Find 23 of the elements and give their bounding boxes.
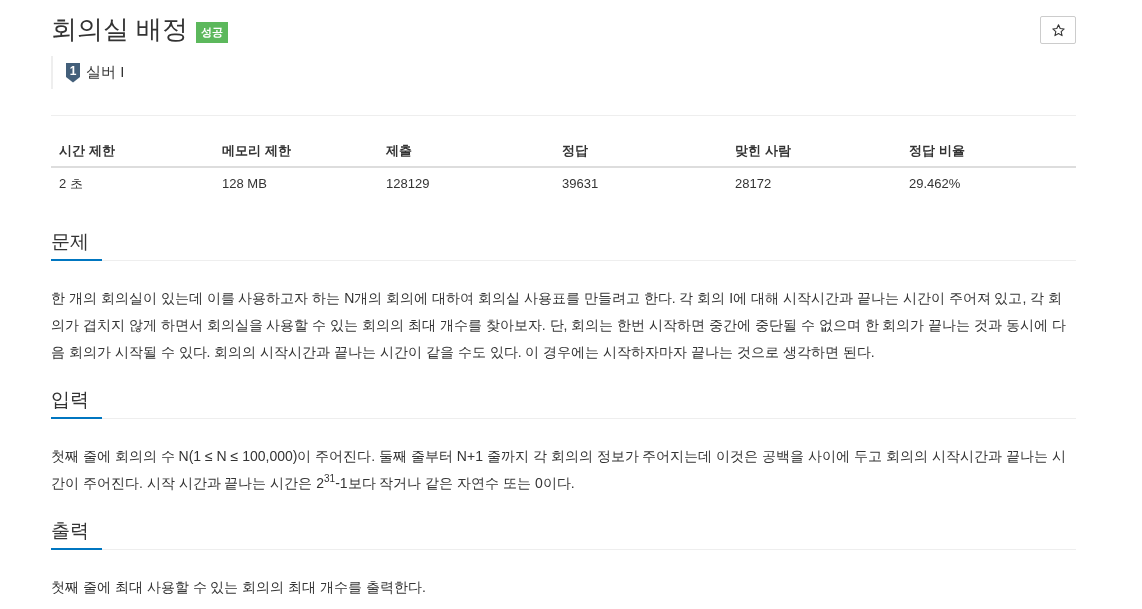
table-cell-text: 28172 (734, 175, 773, 193)
column-header: 정답 (554, 136, 727, 168)
tier-label: 실버 I (86, 63, 125, 82)
section-paragraph: 한 개의 회의실이 있는데 이를 사용하고자 하는 N개의 회의에 대하여 회의실 사용표를 만들려고 한다. 각 회의 I에 대해 시작시간과 끝나는 시간이 주어져 있고, 각 회의가 겹치지 않게 하면서 회의실을 사용할 수 있는 회의의 최대 개수를 찾아보자. 단, 회의는 한번 시작하면 중간에 중단될 수 없으며 한 회의가 끝나는 것과 동시에 다음 회의가 시작될 수 있다. 회의의 시작시간과 끝나는 시간이 같을 수도 있다. 이 경우에는 시작하자마자 끝나는 것으로 생각하면 된다. (51, 289, 1068, 362)
star-button[interactable] (1040, 16, 1076, 44)
column-header: 제출 (378, 136, 554, 168)
result-badge: 성공 (196, 21, 229, 43)
table-cell-text: 128 MB (221, 175, 268, 193)
problem-title: 회의실 배정 (51, 14, 189, 44)
section-paragraph: 첫째 줄에 회의의 수 N(1 ≤ N ≤ 100,000)이 주어진다. 둘째 줄부터 N+1 줄까지 각 회의의 정보가 주어지는데 이것은 공백을 사이에 두고 회의의 시작시간과 끝나는 시간이 주어진다. 시작 시간과 끝나는 시간은 2$^{31}$-1보다 작거나 같은 자연수 또는 0이다. (51, 447, 1067, 493)
table-cell-text: 128129 (385, 175, 431, 193)
column-header: 정답 비율 (901, 136, 1076, 168)
table-cell-text: 2 초 (58, 175, 84, 193)
section-heading: 입력 (51, 386, 102, 419)
column-header: 맞힌 사람 (727, 136, 901, 168)
table-cell-text: 39631 (561, 175, 600, 193)
column-header: 메모리 제한 (214, 136, 378, 168)
section-paragraph: 첫째 줄에 최대 사용할 수 있는 회의의 최대 개수를 출력한다. (51, 578, 427, 597)
section-heading: 출력 (51, 517, 102, 550)
column-header: 시간 제한 (51, 136, 214, 168)
table-cell-text: 29.462% (908, 175, 962, 193)
tier-badge: 1 (66, 62, 80, 83)
section-heading: 문제 (51, 228, 102, 261)
